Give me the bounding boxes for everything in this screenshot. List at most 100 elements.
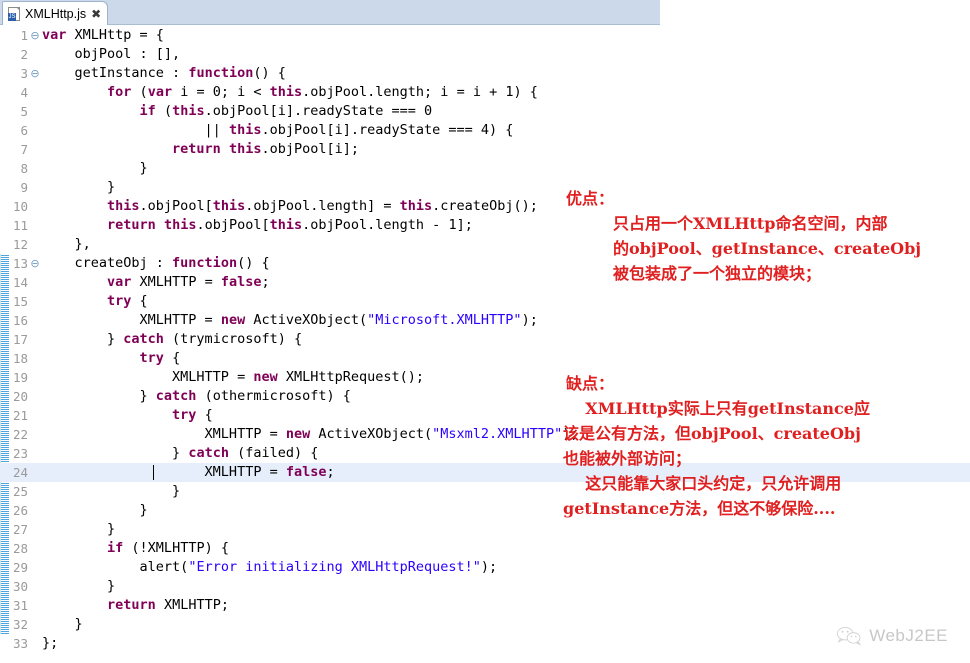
watermark-text: WebJ2EE	[869, 626, 948, 645]
annotation-line: 的objPool、getInstance、createObj	[613, 239, 922, 258]
code-line[interactable]: 27 }	[0, 520, 970, 539]
line-number: 18	[12, 351, 28, 366]
code-text: alert("Error initializing XMLHttpRequest…	[42, 559, 498, 575]
code-line[interactable]: 15 try {	[0, 292, 970, 311]
code-text: return this.objPool[this.objPool.length …	[107, 217, 473, 233]
code-line[interactable]: 7 return this.objPool[i];	[0, 140, 970, 159]
code-text: }	[42, 521, 116, 537]
code-text: }	[42, 502, 148, 518]
code-text: }	[42, 483, 181, 499]
fold-collapse-icon[interactable]: ⊖	[28, 254, 42, 273]
code-text: return XMLHTTP;	[107, 597, 229, 613]
annotation-cons-body: XMLHttp实际上只有getInstance应 该是公有方法，但objPool、…	[563, 396, 870, 521]
line-number: 20	[12, 389, 28, 404]
line-number: 32	[12, 617, 28, 632]
code-line[interactable]: 6 || this.objPool[i].readyState === 4) {	[0, 121, 970, 140]
code-line[interactable]: 16 XMLHTTP = new ActiveXObject("Microsof…	[0, 311, 970, 330]
code-text: };	[42, 635, 59, 651]
code-text: },	[42, 236, 91, 252]
code-line[interactable]: 4 for (var i = 0; i < this.objPool.lengt…	[0, 83, 970, 102]
annotation-pros-body: 只占用一个XMLHttp命名空间，内部的objPool、getInstance、…	[613, 211, 921, 286]
line-number: 10	[12, 199, 28, 214]
fold-collapse-icon[interactable]: ⊖	[28, 64, 42, 83]
line-number: 24	[12, 465, 28, 480]
line-number: 16	[12, 313, 28, 328]
code-line[interactable]: 18 try {	[0, 349, 970, 368]
code-line[interactable]: 8 }	[0, 159, 970, 178]
code-line[interactable]: 28 if (!XMLHTTP) {	[0, 539, 970, 558]
annotation-line: 该是公有方法，但objPool、createObj	[563, 424, 861, 443]
text-caret	[153, 465, 154, 480]
code-text: XMLHTTP = false;	[42, 464, 335, 480]
annotation-line: getInstance方法，但这不够保险....	[563, 499, 836, 518]
code-text: } catch (othermicrosoft) {	[42, 388, 351, 404]
close-icon[interactable]: ✖	[91, 8, 101, 20]
code-text: if (!XMLHTTP) {	[107, 540, 229, 556]
line-number: 13	[12, 256, 28, 271]
line-number: 21	[12, 408, 28, 423]
line-number: 9	[20, 180, 28, 195]
line-number: 15	[12, 294, 28, 309]
tab-xmlhttp-js[interactable]: JS XMLHttp.js ✖	[2, 1, 109, 25]
code-line[interactable]: 5 if (this.objPool[i].readyState === 0	[0, 102, 970, 121]
code-text: var XMLHttp = {	[42, 27, 164, 43]
line-number: 1	[20, 28, 28, 43]
js-file-icon: JS	[8, 6, 20, 21]
code-text: XMLHTTP = new ActiveXObject("Microsoft.X…	[42, 312, 538, 328]
code-text: try {	[172, 407, 213, 423]
code-text: getInstance : function() {	[42, 65, 286, 81]
code-text: } catch (trymicrosoft) {	[42, 331, 303, 347]
code-line[interactable]: 1 ⊖ var XMLHttp = {	[0, 26, 970, 45]
code-text: for (var i = 0; i < this.objPool.length;…	[107, 84, 538, 100]
line-number: 30	[12, 579, 28, 594]
code-line[interactable]: 3 ⊖ getInstance : function() {	[0, 64, 970, 83]
annotation-pros-heading: 优点：	[566, 189, 615, 208]
code-text: createObj : function() {	[42, 255, 270, 271]
code-line[interactable]: 30 }	[0, 577, 970, 596]
tab-label: XMLHttp.js	[25, 6, 87, 21]
code-text: }	[42, 160, 148, 176]
code-line[interactable]: 9 }	[0, 178, 970, 197]
code-line[interactable]: 2 objPool : [],	[0, 45, 970, 64]
code-editor[interactable]: 1 ⊖ var XMLHttp = {2 objPool : [], 3 ⊖ getIn…	[0, 26, 970, 663]
line-number: 8	[20, 161, 28, 176]
fold-collapse-icon[interactable]: ⊖	[28, 26, 42, 45]
annotation-line: 只占用一个XMLHttp命名空间，内部	[613, 214, 888, 233]
line-number: 31	[12, 598, 28, 613]
code-text: } catch (failed) {	[42, 445, 319, 461]
code-line[interactable]: 17 } catch (trymicrosoft) {	[0, 330, 970, 349]
line-number: 4	[20, 85, 28, 100]
code-line[interactable]: 29 alert("Error initializing XMLHttpRequ…	[0, 558, 970, 577]
code-text: this.objPool[this.objPool.length] = this…	[107, 198, 538, 214]
code-line[interactable]: 19 XMLHTTP = new XMLHttpRequest();	[0, 368, 970, 387]
code-line[interactable]: 31 return XMLHTTP;	[0, 596, 970, 615]
watermark: WebJ2EE	[836, 625, 948, 647]
code-text: }	[42, 179, 116, 195]
wechat-icon	[837, 627, 862, 646]
code-line[interactable]: 32 }	[0, 615, 970, 634]
code-lines-container[interactable]: 1 ⊖ var XMLHttp = {2 objPool : [], 3 ⊖ getIn…	[0, 26, 970, 663]
code-line[interactable]: 33 };	[0, 634, 970, 653]
line-number: 33	[12, 636, 28, 651]
